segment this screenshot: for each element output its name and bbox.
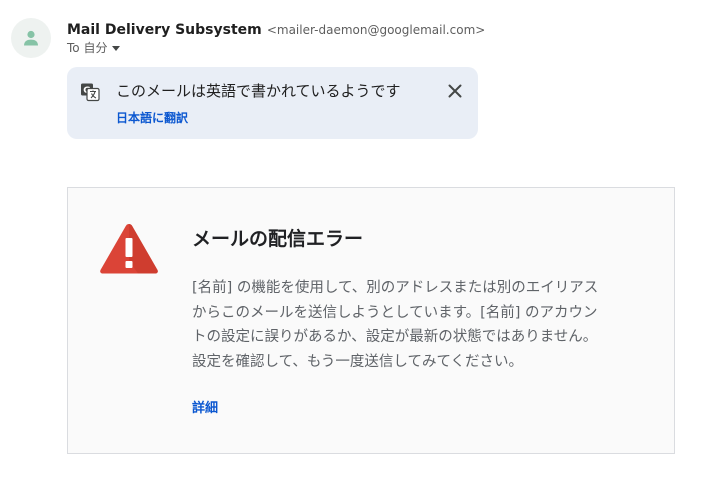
person-icon (24, 30, 38, 46)
error-description-line: からこのメールを送信しようとしています。[名前] のアカウン (192, 304, 598, 321)
translate-banner: G このメールは英語で書かれているようです 日本語に翻訳 (67, 67, 478, 139)
recipient-label: To 自分 (67, 41, 108, 55)
error-description: [名前] の機能を使用して、別のアドレスまたは別のエイリアス からこのメールを送… (192, 276, 642, 374)
error-title: メールの配信エラー (192, 228, 364, 250)
sender-avatar[interactable] (11, 18, 51, 58)
error-description-line: トの設定に誤りがあるか、設定が最新の状態ではありません。 (192, 329, 598, 345)
error-description-line: [名前] の機能を使用して、別のアドレスまたは別のエイリアス (192, 280, 599, 296)
caret-down-icon (112, 45, 121, 51)
translate-message: このメールは英語で書かれているようです (116, 82, 401, 100)
sender-email: <mailer-daemon@googlemail.com> (266, 23, 486, 37)
translate-icon: G (81, 83, 100, 102)
recipient-details-toggle[interactable]: To 自分 (67, 40, 121, 56)
close-icon[interactable] (445, 81, 465, 101)
delivery-error-card: メールの配信エラー [名前] の機能を使用して、別のアドレスまたは別のエイリアス… (67, 187, 675, 454)
error-description-line: 設定を確認して、もう一度送信してみてください。 (192, 353, 524, 370)
translate-to-japanese-link[interactable]: 日本語に翻訳 (116, 110, 188, 126)
sender-name[interactable]: Mail Delivery Subsystem (67, 22, 262, 38)
warning-icon (100, 224, 158, 274)
sender-line: Mail Delivery Subsystem <mailer-daemon@g… (67, 19, 485, 40)
email-view: Mail Delivery Subsystem <mailer-daemon@g… (0, 0, 713, 484)
details-link[interactable]: 詳細 (192, 400, 218, 418)
